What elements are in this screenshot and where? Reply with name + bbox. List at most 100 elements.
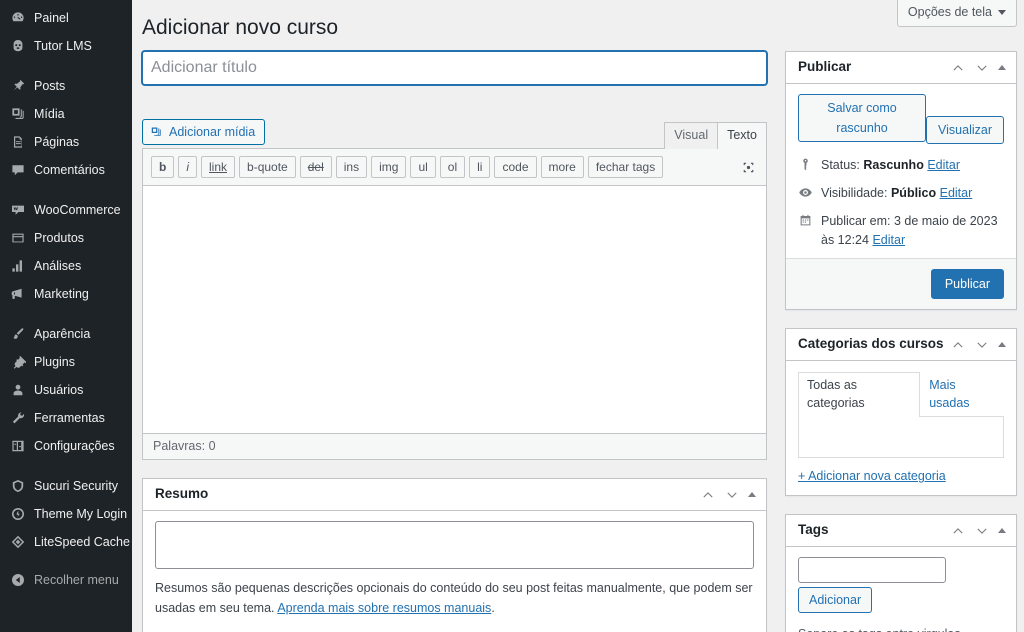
sidebar-item-label: Theme My Login xyxy=(34,507,128,521)
excerpt-header: Resumo xyxy=(143,479,766,512)
publish-body: Salvar como rascunho Visualizar Status: … xyxy=(786,84,1016,310)
post-content-textarea[interactable] xyxy=(143,185,766,434)
categories-title: Categorias dos cursos xyxy=(798,336,944,352)
tab-visual[interactable]: Visual xyxy=(664,122,719,150)
publish-footer: Publicar xyxy=(786,258,1016,310)
sidebar-item-paginas[interactable]: Páginas xyxy=(0,128,132,156)
sidebar-item-label: Produtos xyxy=(34,231,85,245)
post-title-input[interactable] xyxy=(142,51,767,86)
eye-icon xyxy=(798,185,814,201)
excerpt-textarea[interactable] xyxy=(155,521,754,570)
excerpt-help: Resumos são pequenas descrições opcionai… xyxy=(155,578,754,618)
move-down-icon[interactable] xyxy=(974,523,990,539)
quicktag-b[interactable]: b xyxy=(151,156,175,179)
schedule-edit-link[interactable]: Editar xyxy=(872,233,905,247)
dashboard-icon xyxy=(9,10,26,27)
panel-handles xyxy=(700,487,756,503)
quicktag-ins[interactable]: ins xyxy=(335,156,368,179)
move-up-icon[interactable] xyxy=(700,487,716,503)
preview-button[interactable]: Visualizar xyxy=(926,116,1004,145)
move-down-icon[interactable] xyxy=(974,60,990,76)
quicktag-ol[interactable]: ol xyxy=(439,156,466,179)
quicktag-del[interactable]: del xyxy=(299,156,332,179)
sidebar-item-configuracoes[interactable]: Configurações xyxy=(0,432,132,460)
sidebar-item-marketing[interactable]: Marketing xyxy=(0,280,132,308)
tab-most-used-categories[interactable]: Mais usadas xyxy=(920,372,1004,417)
sidebar-item-theme-my-login[interactable]: Theme My Login xyxy=(0,500,132,528)
add-new-category-link[interactable]: + Adicionar nova categoria xyxy=(798,469,946,483)
save-draft-button[interactable]: Salvar como rascunho xyxy=(798,94,927,143)
tab-all-categories[interactable]: Todas as categorias xyxy=(798,372,921,418)
collapse-menu-button[interactable]: Recolher menu xyxy=(0,566,132,594)
categories-list[interactable] xyxy=(798,416,1004,459)
sidebar-item-posts[interactable]: Posts xyxy=(0,72,132,100)
publish-actions: Salvar como rascunho Visualizar xyxy=(798,94,1004,145)
toggle-panel-icon[interactable] xyxy=(748,492,756,498)
sidebar-item-produtos[interactable]: Produtos xyxy=(0,224,132,252)
chevron-down-icon xyxy=(998,10,1006,15)
excerpt-help-link[interactable]: Aprenda mais sobre resumos manuais xyxy=(277,601,491,615)
tab-texto[interactable]: Texto xyxy=(717,122,767,150)
visibility-value: Público xyxy=(890,186,937,201)
move-down-icon[interactable] xyxy=(974,337,990,353)
tags-input[interactable] xyxy=(798,557,946,584)
add-media-button[interactable]: Adicionar mídia xyxy=(142,119,266,146)
sidebar-item-analises[interactable]: Análises xyxy=(0,252,132,280)
publish-button[interactable]: Publicar xyxy=(930,269,1004,300)
sidebar-item-tutor-lms[interactable]: Tutor LMS xyxy=(0,32,132,60)
paintbrush-icon xyxy=(9,326,26,343)
sidebar-column: Publicar Salvar como rascunho Visualizar xyxy=(785,51,1017,632)
sidebar-item-sucuri-security[interactable]: Sucuri Security xyxy=(0,472,132,500)
quicktags-toolbar: b i link b-quote del ins img ul ol li co… xyxy=(143,149,766,185)
quicktag-ul[interactable]: ul xyxy=(410,156,436,179)
move-up-icon[interactable] xyxy=(950,523,966,539)
status-edit-link[interactable]: Editar xyxy=(927,158,960,172)
quicktag-i[interactable]: i xyxy=(178,156,198,179)
sidebar-item-label: Configurações xyxy=(34,439,115,453)
collapse-menu-label: Recolher menu xyxy=(34,573,119,587)
quicktag-b-quote[interactable]: b-quote xyxy=(239,156,296,179)
move-up-icon[interactable] xyxy=(950,337,966,353)
publish-title: Publicar xyxy=(798,59,852,75)
sidebar-item-aparencia[interactable]: Aparência xyxy=(0,320,132,348)
toggle-panel-icon[interactable] xyxy=(998,528,1006,534)
sidebar-item-plugins[interactable]: Plugins xyxy=(0,348,132,376)
quicktag-li[interactable]: li xyxy=(469,156,491,179)
sidebar-item-ferramentas[interactable]: Ferramentas xyxy=(0,404,132,432)
add-media-icon xyxy=(150,125,164,139)
sidebar-item-label: Ferramentas xyxy=(34,411,105,425)
visibility-edit-link[interactable]: Editar xyxy=(940,186,973,200)
quicktag-img[interactable]: img xyxy=(371,156,407,179)
excerpt-title: Resumo xyxy=(155,486,209,502)
sidebar-item-label: Plugins xyxy=(34,355,75,369)
add-tag-button[interactable]: Adicionar xyxy=(798,587,873,614)
screen-options-label: Opções de tela xyxy=(907,5,992,19)
sidebar-item-midia[interactable]: Mídia xyxy=(0,100,132,128)
toggle-panel-icon[interactable] xyxy=(998,342,1006,348)
sidebar-item-label: Comentários xyxy=(34,163,105,177)
quicktag-more[interactable]: more xyxy=(540,156,584,179)
move-down-icon[interactable] xyxy=(724,487,740,503)
quicktag-fechar-tags[interactable]: fechar tags xyxy=(587,156,664,179)
settings-sliders-icon xyxy=(9,438,26,455)
sidebar-item-usuarios[interactable]: Usuários xyxy=(0,376,132,404)
toggle-panel-icon[interactable] xyxy=(998,65,1006,71)
distraction-free-icon[interactable] xyxy=(738,157,758,177)
calendar-icon xyxy=(798,213,814,229)
user-icon xyxy=(9,382,26,399)
quicktag-code[interactable]: code xyxy=(494,156,537,179)
screen-options-button[interactable]: Opções de tela xyxy=(896,0,1017,27)
schedule-row: Publicar em: 3 de maio de 2023 às 12:24 … xyxy=(798,212,1004,250)
tags-postbox: Tags Adicionar Separe as tags entre virg… xyxy=(785,514,1017,632)
tags-hint: Separe as tags entre virgulas xyxy=(798,627,1004,632)
sidebar-item-comentarios[interactable]: Comentários xyxy=(0,156,132,184)
sidebar-item-litespeed-cache[interactable]: LiteSpeed Cache xyxy=(0,528,132,556)
admin-screen: Painel Tutor LMS Posts Mídia Páginas Com… xyxy=(0,0,1024,632)
status-value: Rascunho xyxy=(863,158,924,173)
pages-icon xyxy=(9,134,26,151)
move-up-icon[interactable] xyxy=(950,60,966,76)
sidebar-item-painel[interactable]: Painel xyxy=(0,4,132,32)
sidebar-item-woocommerce[interactable]: WooCommerce xyxy=(0,196,132,224)
sidebar-divider xyxy=(0,184,132,196)
quicktag-link[interactable]: link xyxy=(201,156,236,179)
